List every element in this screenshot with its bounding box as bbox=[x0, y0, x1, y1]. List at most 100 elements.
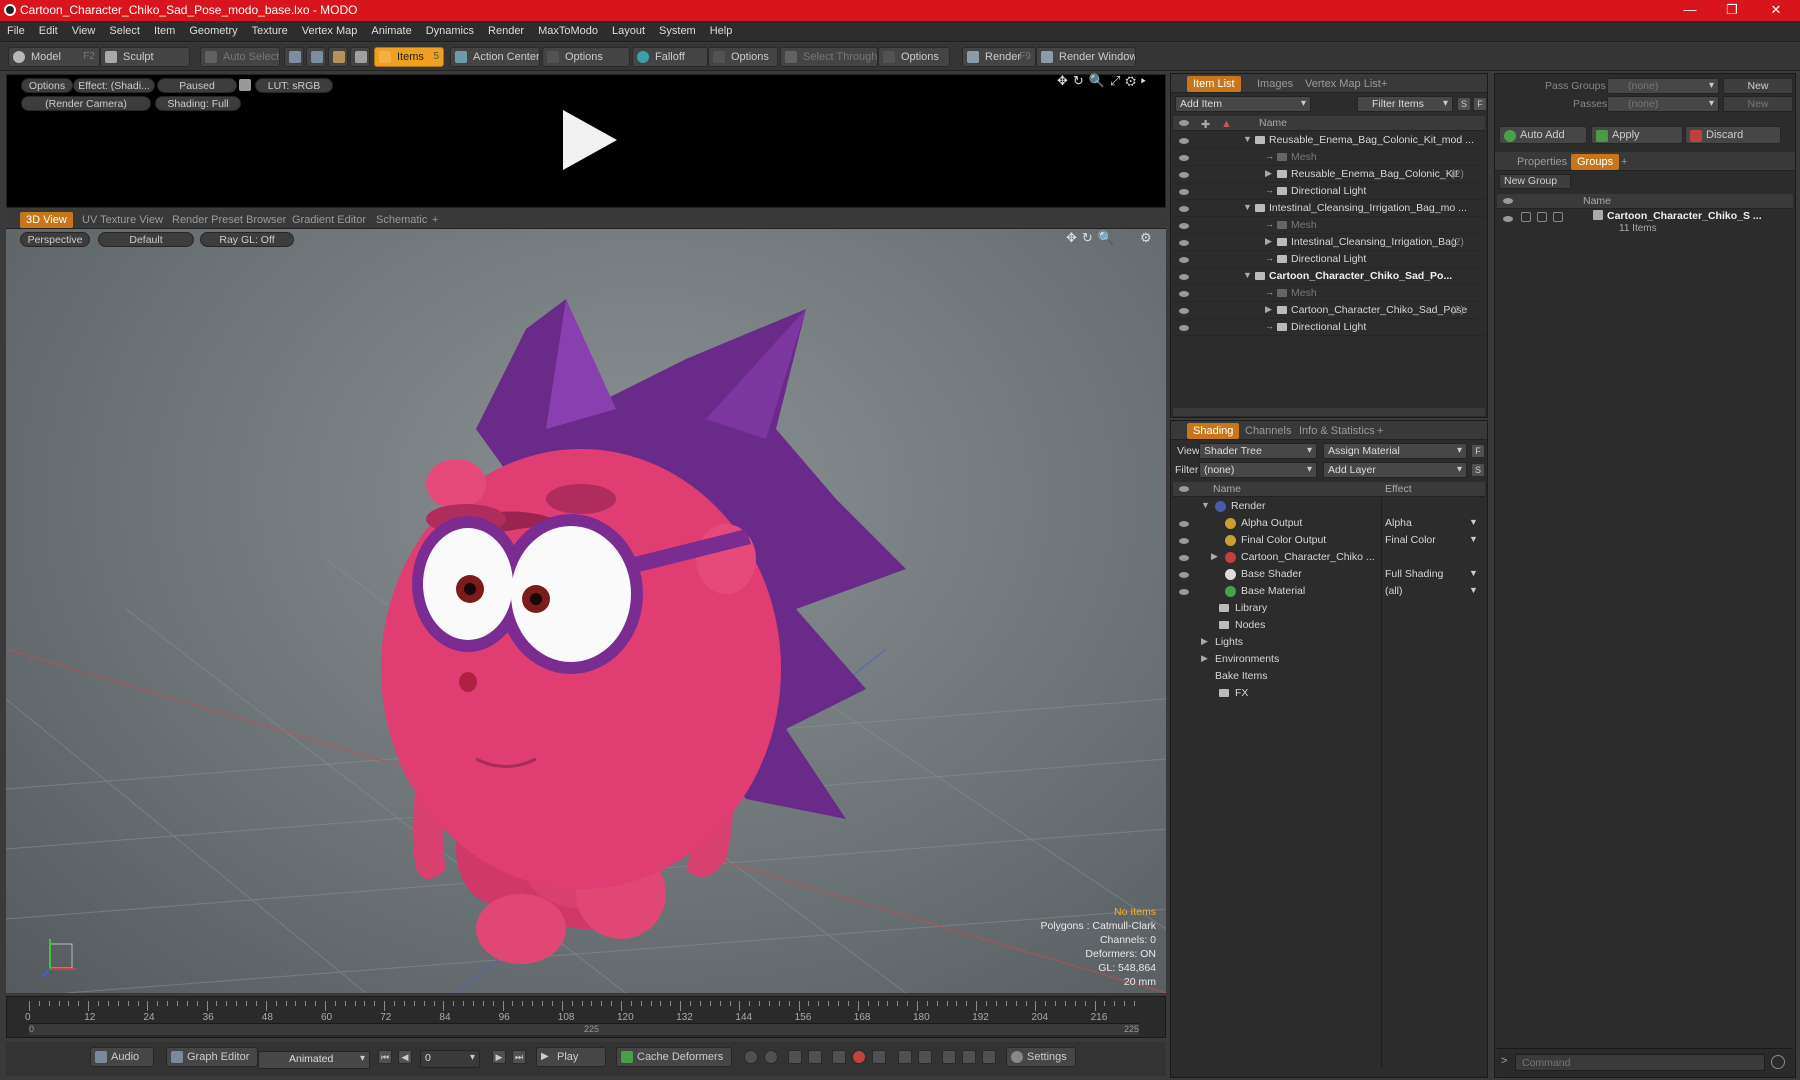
visibility-icon[interactable] bbox=[1179, 172, 1189, 178]
discard-button[interactable]: Discard bbox=[1685, 126, 1781, 144]
effect-dropdown[interactable]: Alpha bbox=[1385, 517, 1412, 529]
effect-dropdown[interactable]: Full Shading bbox=[1385, 568, 1443, 580]
expand-arrow-icon[interactable]: ▶ bbox=[1265, 236, 1272, 247]
frame-input[interactable]: 0 bbox=[420, 1050, 480, 1068]
visibility-icon[interactable] bbox=[1179, 555, 1189, 561]
visibility-icon[interactable] bbox=[1179, 155, 1189, 161]
lut-dropdown[interactable]: LUT: sRGB bbox=[255, 78, 333, 93]
visibility-icon[interactable] bbox=[1179, 206, 1189, 212]
shader-row[interactable]: Base Material (all) ▼ bbox=[1173, 583, 1485, 600]
visibility-icon[interactable] bbox=[1179, 521, 1189, 527]
render-toggle-icon[interactable] bbox=[1521, 212, 1531, 222]
lock-toggle-icon[interactable] bbox=[1537, 212, 1547, 222]
item-row[interactable]: ▼ Reusable_Enema_Bag_Colonic_Kit_mod ... bbox=[1173, 132, 1485, 149]
tab-render-preset-browser[interactable]: Render Preset Browser bbox=[166, 212, 292, 228]
item-row[interactable]: → Mesh bbox=[1173, 285, 1485, 302]
preview-paused-toggle[interactable]: Paused bbox=[157, 78, 237, 93]
menu-texture[interactable]: Texture bbox=[245, 21, 295, 42]
add-tab-icon[interactable]: + bbox=[1615, 154, 1633, 170]
next-key-icon[interactable]: ▶ bbox=[492, 1050, 506, 1064]
visibility-icon[interactable] bbox=[1179, 257, 1189, 263]
filter-items-input[interactable]: Filter Items bbox=[1357, 96, 1453, 112]
falloff-button[interactable]: Falloff bbox=[632, 47, 708, 67]
menu-animate[interactable]: Animate bbox=[364, 21, 418, 42]
expand-arrow-icon[interactable]: → bbox=[1265, 185, 1274, 195]
shader-row[interactable]: Base Shader Full Shading ▼ bbox=[1173, 566, 1485, 583]
shading-s-toggle[interactable]: S bbox=[1471, 463, 1485, 477]
menu-system[interactable]: System bbox=[652, 21, 703, 42]
item-row[interactable]: ▼ Intestinal_Cleansing_Irrigation_Bag_mo … bbox=[1173, 200, 1485, 217]
tab-info-statistics[interactable]: Info & Statistics bbox=[1293, 423, 1381, 439]
shader-row[interactable]: Nodes bbox=[1173, 617, 1485, 634]
timeline-ruler[interactable]: 0 12 24 36 48 60 72 84 96 108 120 132 144 156 168 180 19… bbox=[25, 1001, 1139, 1023]
item-row[interactable]: → Mesh bbox=[1173, 149, 1485, 166]
visibility-icon[interactable] bbox=[1179, 189, 1189, 195]
shader-row[interactable]: ▶ Lights bbox=[1173, 634, 1485, 651]
prev-key-icon[interactable]: ◀ bbox=[398, 1050, 412, 1064]
item-row[interactable]: ▼ Cartoon_Character_Chiko_Sad_Po... bbox=[1173, 268, 1485, 285]
tab-images[interactable]: Images bbox=[1251, 76, 1299, 92]
polygons-mode-button[interactable] bbox=[328, 47, 348, 67]
command-input[interactable] bbox=[1515, 1054, 1765, 1071]
close-button[interactable]: ✕ bbox=[1755, 0, 1797, 21]
expand-arrow-icon[interactable]: → bbox=[1265, 151, 1274, 161]
chevron-down-icon[interactable]: ▼ bbox=[1469, 517, 1478, 527]
loop-icon[interactable] bbox=[942, 1050, 956, 1064]
animated-dropdown[interactable]: Animated bbox=[258, 1051, 370, 1069]
effect-dropdown[interactable]: (all) bbox=[1385, 585, 1403, 597]
collapse-arrow-icon[interactable]: ▼ bbox=[1243, 270, 1252, 280]
add-tab-icon[interactable]: + bbox=[1375, 76, 1393, 92]
action-center-options-button[interactable]: Options bbox=[542, 47, 630, 67]
search-toggle[interactable]: S bbox=[1457, 97, 1471, 111]
maximize-button[interactable]: ❐ bbox=[1711, 0, 1753, 21]
tab-groups[interactable]: Groups bbox=[1571, 154, 1620, 170]
new-pass-button[interactable]: New bbox=[1723, 96, 1793, 112]
expand-arrow-icon[interactable]: → bbox=[1265, 219, 1274, 229]
item-row[interactable]: ▶ Reusable_Enema_Bag_Colonic_Kit (2) bbox=[1173, 166, 1485, 183]
menu-maxtomodo[interactable]: MaxToModo bbox=[531, 21, 605, 42]
vertices-mode-button[interactable] bbox=[284, 47, 304, 67]
tab-shading[interactable]: Shading bbox=[1187, 423, 1240, 439]
action-center-button[interactable]: Action Center bbox=[450, 47, 540, 67]
view-dropdown[interactable]: Shader Tree bbox=[1199, 443, 1317, 459]
apply-button[interactable]: Apply bbox=[1591, 126, 1683, 144]
expand-arrow-icon[interactable]: → bbox=[1265, 287, 1274, 297]
select-through-button[interactable]: Select Through bbox=[780, 47, 878, 67]
raygl-toggle[interactable]: Ray GL: Off bbox=[200, 232, 294, 247]
visibility-icon[interactable] bbox=[1179, 274, 1189, 280]
key-icon[interactable] bbox=[744, 1050, 758, 1064]
tab-item-list[interactable]: Item List bbox=[1187, 76, 1241, 92]
visibility-icon[interactable] bbox=[1179, 572, 1189, 578]
menu-edit[interactable]: Edit bbox=[32, 21, 65, 42]
next-keyframe-icon[interactable] bbox=[808, 1050, 822, 1064]
new-pass-group-button[interactable]: New bbox=[1723, 78, 1793, 94]
chevron-down-icon[interactable]: ▼ bbox=[1469, 585, 1478, 595]
menu-select[interactable]: Select bbox=[102, 21, 147, 42]
prev-keyframe-icon[interactable] bbox=[788, 1050, 802, 1064]
menu-view[interactable]: View bbox=[65, 21, 103, 42]
group-row[interactable]: Cartoon_Character_Chiko_S ... 11 Items bbox=[1497, 210, 1793, 242]
command-history-icon[interactable] bbox=[1771, 1055, 1785, 1069]
auto-add-button[interactable]: Auto Add bbox=[1499, 126, 1587, 144]
step-back-icon[interactable] bbox=[898, 1050, 912, 1064]
shader-row[interactable]: Final Color Output Final Color ▼ bbox=[1173, 532, 1485, 549]
item-row[interactable]: ▶ Cartoon_Character_Chiko_Sad_Pose (2) bbox=[1173, 302, 1485, 319]
item-list-scrollbar[interactable] bbox=[1173, 408, 1485, 416]
add-tab-icon[interactable]: + bbox=[1371, 423, 1389, 439]
model-mode-button[interactable]: Model F2 bbox=[8, 47, 100, 67]
record-icon[interactable] bbox=[852, 1050, 866, 1064]
tab-schematic[interactable]: Schematic bbox=[370, 212, 433, 228]
viewport-settings-icon[interactable]: ⚙ bbox=[1140, 230, 1152, 246]
visibility-icon[interactable] bbox=[1179, 538, 1189, 544]
shader-row[interactable]: ▶ Cartoon_Character_Chiko ... bbox=[1173, 549, 1485, 566]
timeline[interactable]: 0 12 24 36 48 60 72 84 96 108 120 132 144 156 168 180 19… bbox=[6, 996, 1166, 1038]
tab-channels[interactable]: Channels bbox=[1239, 423, 1297, 439]
new-group-button[interactable]: New Group bbox=[1499, 174, 1571, 189]
expand-arrow-icon[interactable]: ▶ bbox=[1211, 551, 1218, 562]
add-item-dropdown[interactable]: Add Item bbox=[1175, 96, 1311, 112]
menu-vertex-map[interactable]: Vertex Map bbox=[295, 21, 365, 42]
lock-icon[interactable] bbox=[239, 79, 251, 91]
shader-row[interactable]: ▼ Render bbox=[1173, 498, 1485, 515]
render-button[interactable]: Render F9 bbox=[962, 47, 1036, 67]
menu-dynamics[interactable]: Dynamics bbox=[419, 21, 481, 42]
